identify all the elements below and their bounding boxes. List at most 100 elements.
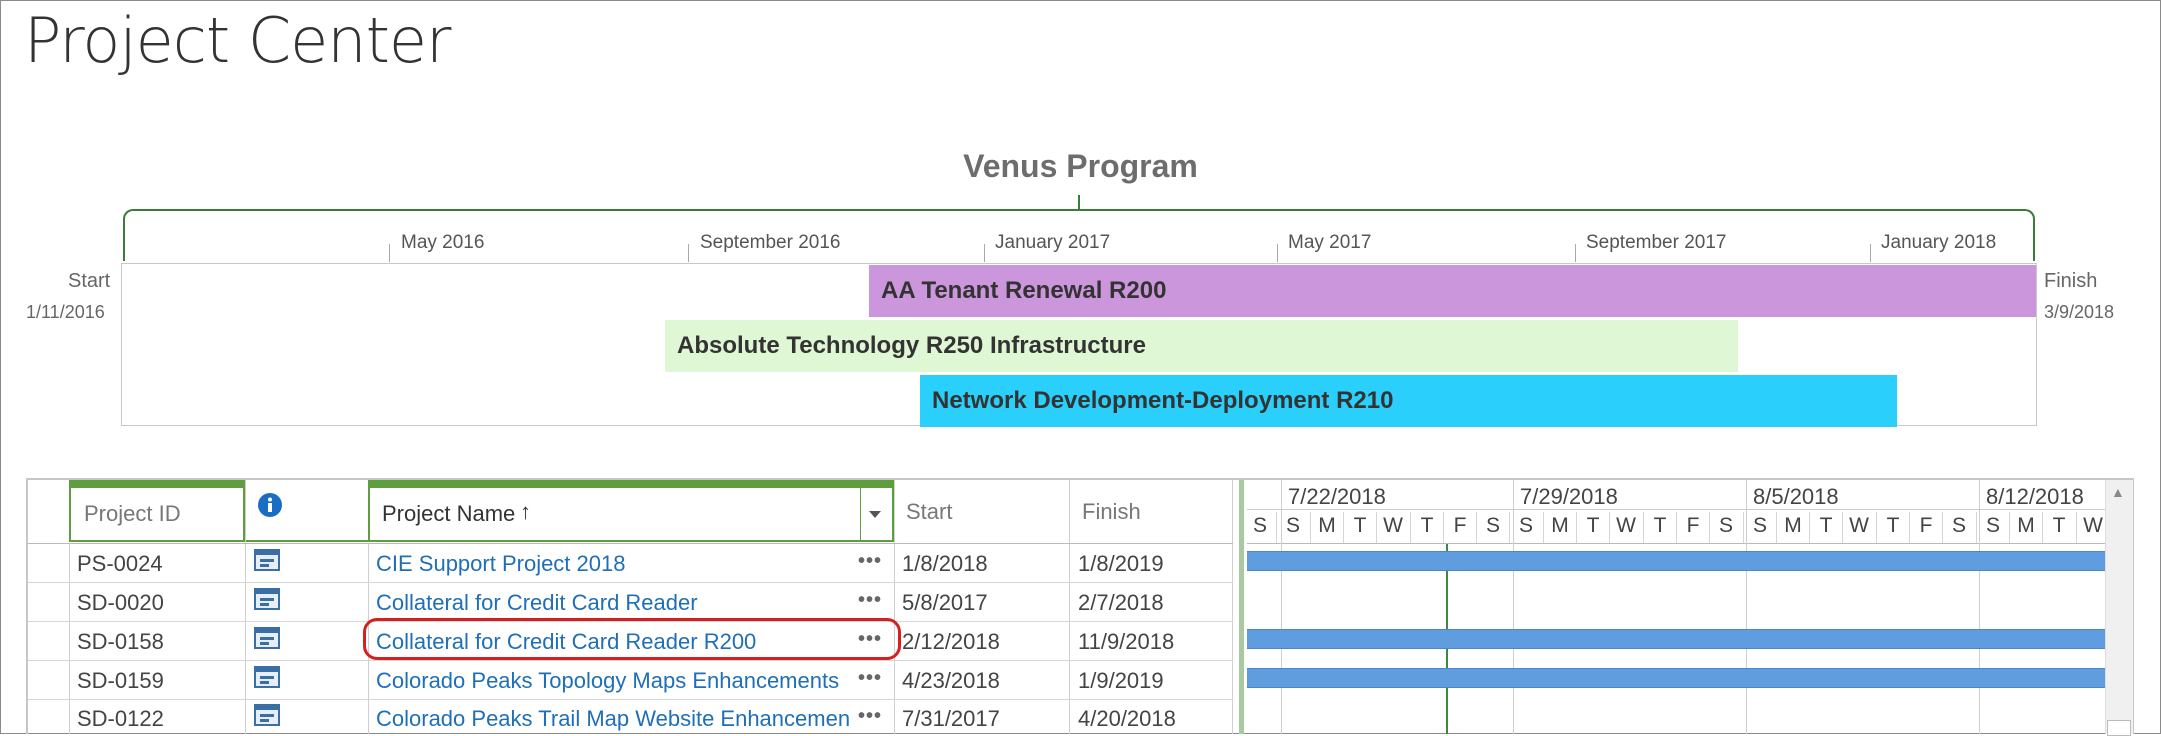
timeline-title-connector [1078, 195, 1080, 209]
project-id-cell: SD-0159 [77, 668, 164, 693]
column-divider [1069, 480, 1070, 734]
timeline-month-label: September 2017 [1586, 232, 1727, 253]
header-divider [28, 543, 1233, 544]
gantt-day-divider [1410, 512, 1411, 543]
gantt-week-label: 8/12/2018 [1986, 484, 2084, 509]
gantt-day-divider [1609, 512, 1610, 543]
vertical-scrollbar[interactable] [2105, 480, 2133, 734]
gantt-day-letter: S [1518, 514, 1533, 537]
month-tick [1277, 244, 1278, 262]
gantt-day-divider [1310, 512, 1311, 543]
project-id-cell: SD-0122 [77, 706, 164, 731]
gantt-week-label: 7/29/2018 [1520, 484, 1618, 509]
gantt-day-divider [2009, 512, 2010, 543]
column-header-start[interactable]: Start [906, 499, 952, 525]
project-name-link[interactable]: Collateral for Credit Card Reader [376, 590, 698, 616]
gantt-day-divider [1276, 512, 1277, 543]
gantt-day-divider [2076, 512, 2077, 543]
gantt-day-letter: W [1383, 514, 1403, 537]
more-options-icon[interactable]: ••• [858, 550, 882, 573]
gantt-day-divider [1842, 512, 1843, 543]
timeline-bar-network-development[interactable]: Network Development-Deployment R210 [920, 375, 1897, 427]
start-date-cell: 2/12/2018 [902, 629, 1000, 654]
sort-ascending-icon: ↑ [520, 499, 531, 524]
project-detail-page-icon[interactable] [254, 627, 280, 649]
gantt-day-divider [1909, 512, 1910, 543]
start-date-cell: 4/23/2018 [902, 668, 1000, 693]
gantt-day-divider [1743, 512, 1744, 543]
start-date-cell: 7/31/2017 [902, 706, 1000, 731]
scroll-up-icon[interactable]: ▲ [2111, 484, 2125, 500]
gantt-day-letter: M [1318, 514, 1336, 537]
project-name-link[interactable]: Colorado Peaks Trail Map Website Enhance… [376, 706, 854, 732]
column-divider [69, 544, 70, 734]
project-detail-page-icon[interactable] [254, 549, 280, 571]
row-divider [28, 660, 1233, 661]
gantt-day-divider [1343, 512, 1344, 543]
finish-date-cell: 1/8/2019 [1078, 551, 1164, 576]
month-tick [1870, 244, 1871, 262]
finish-date-cell: 1/9/2019 [1078, 668, 1164, 693]
column-header-info[interactable] [245, 486, 369, 542]
timeline-bar-aa-tenant-renewal[interactable]: AA Tenant Renewal R200 [869, 265, 2036, 317]
column-header-label: Project ID [84, 501, 181, 526]
timeline-start-label: Start [68, 270, 111, 292]
column-header-finish[interactable]: Finish [1082, 499, 1141, 525]
gantt-day-letter: F [1686, 514, 1700, 537]
gantt-day-letter: T [1653, 514, 1667, 537]
info-icon [258, 493, 282, 517]
start-date-cell: 1/8/2018 [902, 551, 988, 576]
gantt-day-letter: T [1819, 514, 1833, 537]
gantt-day-divider [1443, 512, 1444, 543]
gantt-day-letter: F [1919, 514, 1933, 537]
column-header-project-name[interactable]: Project Name ↑ [368, 486, 894, 542]
gantt-day-letter: W [1849, 514, 1869, 537]
chevron-down-icon[interactable] [868, 510, 882, 520]
timeline-month-label: May 2017 [1288, 232, 1372, 253]
gantt-day-letter: S [1718, 514, 1733, 537]
project-detail-page-icon[interactable] [254, 588, 280, 610]
column-header-project-id[interactable]: Project ID [69, 486, 245, 542]
timeline-finish-date: 3/9/2018 [2044, 302, 2115, 322]
gantt-bar[interactable] [1247, 629, 2105, 649]
gantt-header-bottom [1247, 543, 2105, 544]
gantt-day-letter: W [2083, 514, 2103, 537]
month-tick [1575, 244, 1576, 262]
project-detail-page-icon[interactable] [254, 704, 280, 726]
timeline-month-label: September 2016 [700, 232, 841, 253]
gantt-day-letter: M [2017, 514, 2035, 537]
timeline-finish-label: Finish [2044, 270, 2098, 292]
gantt-day-letter: T [1886, 514, 1900, 537]
gantt-day-letter: S [1752, 514, 1767, 537]
gantt-week-label: 8/5/2018 [1753, 484, 1839, 509]
finish-date-cell: 11/9/2018 [1078, 629, 1175, 654]
gantt-day-divider [1809, 512, 1810, 543]
row-divider [28, 582, 1233, 583]
more-options-icon[interactable]: ••• [858, 667, 882, 690]
project-name-link[interactable]: CIE Support Project 2018 [376, 551, 625, 577]
gantt-day-divider [1509, 512, 1510, 543]
gantt-day-letter: S [1985, 514, 2000, 537]
project-detail-page-icon[interactable] [254, 666, 280, 688]
project-id-cell: PS-0024 [77, 551, 163, 576]
timeline-title: Venus Program [963, 148, 1198, 184]
week-divider [1513, 480, 1514, 734]
gantt-week-label: 7/22/2018 [1288, 484, 1386, 509]
gantt-bar[interactable] [1247, 551, 2105, 571]
project-id-cell: SD-0158 [77, 629, 164, 654]
gantt-day-divider [1709, 512, 1710, 543]
finish-date-cell: 4/20/2018 [1078, 706, 1176, 731]
timeline-bar-absolute-technology[interactable]: Absolute Technology R250 Infrastructure [665, 320, 1738, 372]
gantt-day-letter: M [1551, 514, 1569, 537]
more-options-icon[interactable]: ••• [858, 589, 882, 612]
gantt-day-divider [1643, 512, 1644, 543]
column-divider [245, 480, 246, 734]
month-tick [389, 244, 390, 262]
gantt-day-divider [1942, 512, 1943, 543]
gantt-day-divider [1976, 512, 1977, 543]
more-options-icon[interactable]: ••• [858, 705, 882, 728]
grid-gantt-splitter[interactable] [1239, 480, 1244, 734]
project-name-link[interactable]: Colorado Peaks Topology Maps Enhancement… [376, 668, 839, 694]
week-divider [1746, 480, 1747, 734]
gantt-bar[interactable] [1247, 668, 2105, 688]
